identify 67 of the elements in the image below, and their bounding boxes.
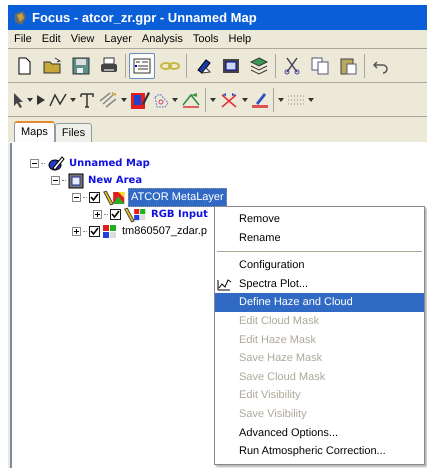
menu-item[interactable]: Define Haze and Cloud (215, 293, 424, 312)
tree-item[interactable]: ATCOR MetaLayer (128, 188, 227, 207)
caret-icon[interactable] (172, 98, 178, 102)
folder-icon (43, 56, 63, 76)
tab[interactable]: Files (54, 123, 92, 142)
expand-toggle[interactable] (72, 227, 81, 236)
menu-item[interactable]: Edit (36, 30, 66, 48)
caret-icon[interactable] (278, 98, 284, 102)
caret-icon[interactable] (308, 98, 314, 102)
menu-item: Save Cloud Mask (238, 370, 326, 385)
checkbox[interactable] (110, 209, 121, 220)
pen-icon[interactable] (251, 90, 269, 108)
menu-item[interactable]: Spectra Plot... (215, 274, 424, 294)
window-title: Focus - atcor_zr.gpr - Unnamed Map (32, 8, 257, 27)
menu-item[interactable]: File (9, 30, 37, 48)
expand-toggle[interactable] (93, 210, 102, 219)
list-button[interactable] (129, 53, 155, 79)
menu-item[interactable]: Analysis (136, 30, 188, 48)
pencil-grid-icon (123, 206, 147, 224)
polyline-icon[interactable] (49, 92, 67, 106)
pointer-icon[interactable] (36, 94, 46, 106)
menu-item[interactable]: Run Atmospheric Correction... (215, 442, 424, 461)
menu-item: Save Haze Mask (238, 351, 324, 366)
tree-item[interactable]: New Area (86, 173, 144, 188)
copy-icon (310, 56, 330, 76)
app-icon (12, 10, 28, 26)
menu-item[interactable]: Advanced Options... (215, 424, 424, 442)
menu-item[interactable]: View (66, 30, 100, 48)
frame-icon (68, 172, 84, 188)
collapse-toggle[interactable] (72, 193, 81, 202)
caret-icon[interactable] (242, 98, 248, 102)
menu-item[interactable]: Remove (215, 210, 424, 229)
dotted-lines-icon[interactable] (287, 92, 305, 106)
menu-item[interactable]: Configuration (215, 256, 424, 275)
tree-item[interactable]: Unnamed Map (67, 156, 152, 171)
color-grid-icon (102, 224, 118, 240)
menu-item[interactable]: Tools (188, 30, 224, 48)
caret-icon[interactable] (210, 98, 216, 102)
layers-icon (249, 56, 269, 76)
caret-icon[interactable] (70, 98, 76, 102)
menu-item: Edit Visibility (238, 388, 302, 404)
flags-icon[interactable] (181, 90, 201, 108)
menu-item: Edit Haze Mask (238, 332, 318, 348)
checkbox[interactable] (89, 192, 100, 203)
paste-icon (338, 56, 358, 76)
list-icon (132, 56, 152, 76)
polygon-icon[interactable] (153, 92, 169, 108)
collapse-toggle[interactable] (30, 159, 39, 168)
collapse-toggle[interactable] (51, 176, 60, 185)
checkbox[interactable] (89, 226, 100, 237)
pencil-palette-icon (102, 188, 126, 206)
globe-pen-icon (47, 156, 65, 172)
text-tool-icon[interactable] (79, 92, 95, 108)
caret-icon[interactable] (121, 98, 127, 102)
menu-item[interactable]: Layer (99, 30, 137, 48)
menu-item: Edit Cloud Mask (238, 314, 320, 330)
menu-item: Save Visibility (238, 406, 308, 422)
tree-item[interactable]: tm860507_zdar.p (120, 223, 210, 240)
frame-icon (221, 56, 241, 76)
tree-item[interactable]: RGB Input (149, 207, 210, 222)
tab[interactable]: Maps (14, 121, 55, 142)
flags-icon[interactable] (219, 90, 239, 108)
caret-icon[interactable] (27, 98, 33, 102)
scissors-icon (282, 56, 302, 76)
menu-item[interactable]: Help (224, 30, 256, 48)
menu-item[interactable]: Rename (215, 228, 424, 248)
pointer-icon[interactable] (12, 92, 24, 108)
